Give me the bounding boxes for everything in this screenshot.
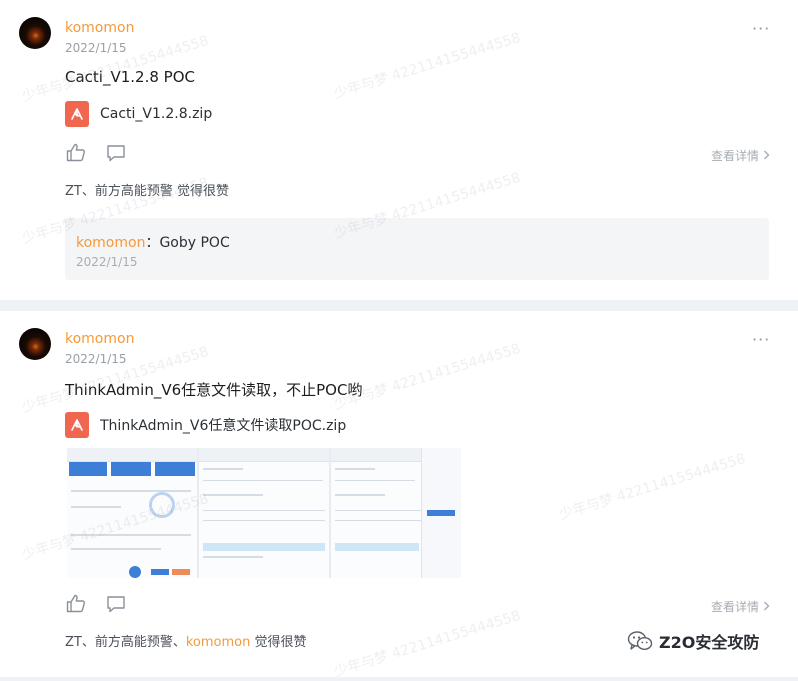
watermark: 少年与梦 422114155444558: [332, 607, 523, 680]
watermark: 少年与梦 422114155444558: [332, 29, 523, 102]
brand-name: Z2O安全攻防: [659, 633, 760, 652]
image-thumbnail[interactable]: [331, 448, 461, 578]
thumbs-up-icon: [66, 594, 85, 613]
watermark: 少年与梦 422114155444558: [557, 450, 748, 523]
comment-icon: [107, 145, 125, 162]
brand-watermark: Z2O安全攻防: [627, 629, 759, 653]
image-thumbnail[interactable]: [199, 448, 329, 578]
thumbs-up-icon: [66, 143, 85, 162]
comment-button[interactable]: [106, 144, 126, 166]
image-thumbnail[interactable]: [67, 448, 197, 578]
file-name: ThinkAdmin_V6任意文件读取POC.zip: [100, 418, 347, 434]
pdf-file-icon: [65, 101, 89, 127]
post-card: komomon 2022/1/15 ··· ThinkAdmin_V6任意文件读…: [0, 311, 798, 680]
wechat-icon: [627, 631, 653, 651]
file-attachment[interactable]: Cacti_V1.2.8.zip: [65, 101, 212, 127]
comment-item: komomon：Goby POC 2022/1/15: [65, 218, 769, 280]
comment-text: Goby POC: [159, 235, 230, 251]
pdf-file-icon: [65, 412, 89, 438]
comment-line: komomon：Goby POC: [76, 235, 230, 251]
chevron-right-icon: [763, 600, 770, 614]
comment-date: 2022/1/15: [76, 255, 138, 269]
post-author[interactable]: komomon: [65, 20, 134, 36]
more-options-icon[interactable]: ···: [752, 332, 770, 348]
more-options-icon[interactable]: ···: [752, 21, 770, 37]
file-name: Cacti_V1.2.8.zip: [100, 106, 213, 122]
comment-icon: [107, 596, 125, 613]
post-text: ThinkAdmin_V6任意文件读取，不止POC哟: [65, 381, 363, 399]
likes-summary: ZT、前方高能预警、komomon 觉得很赞: [65, 635, 307, 650]
file-attachment[interactable]: ThinkAdmin_V6任意文件读取POC.zip: [65, 412, 346, 438]
avatar[interactable]: [19, 17, 51, 49]
post-date: 2022/1/15: [65, 41, 127, 55]
avatar[interactable]: [19, 328, 51, 360]
comment-author[interactable]: komomon: [76, 235, 145, 251]
post-card: komomon 2022/1/15 ··· Cacti_V1.2.8 POC C…: [0, 0, 798, 300]
view-details-link[interactable]: 查看详情: [711, 598, 770, 615]
likes-summary: ZT、前方高能预警 觉得很赞: [65, 184, 229, 199]
chevron-right-icon: [763, 149, 770, 163]
watermark: 少年与梦 422114155444558: [332, 340, 523, 413]
post-date: 2022/1/15: [65, 352, 127, 366]
post-images: [67, 448, 461, 578]
post-author[interactable]: komomon: [65, 331, 134, 347]
comment-button[interactable]: [106, 595, 126, 617]
like-button[interactable]: [66, 594, 86, 617]
view-details-link[interactable]: 查看详情: [711, 147, 770, 164]
like-button[interactable]: [66, 143, 86, 166]
post-text: Cacti_V1.2.8 POC: [65, 68, 195, 86]
